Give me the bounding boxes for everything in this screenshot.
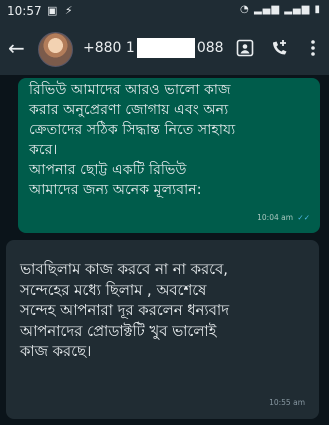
message-text: ভাবছিলাম কাজ করবে না না করবে, সন্দেহের ম…: [20, 261, 229, 360]
bolt-icon: ⚡: [64, 4, 75, 17]
status-bar: 10:57 ▣ ⚡ ◔ ▂▄▆ ▂▄▆ ▮: [0, 0, 329, 22]
message-text: রিভিউ আমাদের আরও ভালো কাজ করার অনুপ্রেরণ…: [29, 82, 236, 198]
chat-header: ← +880 1 088: [0, 22, 329, 75]
status-time: 10:57: [7, 4, 42, 18]
battery-icon: ▮: [314, 4, 321, 15]
more-vertical-icon[interactable]: [301, 36, 325, 60]
avatar[interactable]: [38, 32, 73, 67]
phone-prefix: +880 1: [83, 40, 135, 56]
header-actions: [223, 36, 325, 60]
arrow-left-icon[interactable]: ←: [8, 36, 25, 60]
wifi-icon: ◔: [240, 4, 250, 15]
message-time: 10:55 am: [269, 397, 305, 407]
message-meta: 10:55 am: [269, 393, 305, 414]
status-right-icons: ◔ ▂▄▆ ▂▄▆ ▮: [240, 4, 321, 15]
video-call-icon[interactable]: [233, 36, 257, 60]
incoming-message[interactable]: ভাবছিলাম কাজ করবে না না করবে, সন্দেহের ম…: [6, 240, 319, 419]
message-time: 10:04 am: [257, 213, 294, 222]
redacted-number: [136, 38, 195, 58]
message-meta: 10:04 am ✓✓: [257, 208, 310, 228]
message-list[interactable]: রিভিউ আমাদের আরও ভালো কাজ করার অনুপ্রেরণ…: [0, 75, 329, 425]
status-left-icons: ▣ ⚡: [47, 4, 75, 17]
signal-icon: ▂▄▆: [284, 4, 311, 15]
phone-suffix: 088: [196, 40, 224, 56]
signal-icon: ▂▄▆: [253, 4, 281, 15]
contact-name[interactable]: +880 1 088: [83, 38, 224, 58]
picture-icon: ▣: [47, 4, 60, 17]
outgoing-message[interactable]: রিভিউ আমাদের আরও ভালো কাজ করার অনুপ্রেরণ…: [18, 78, 320, 233]
double-check-icon: ✓✓: [297, 213, 310, 222]
add-call-icon[interactable]: [267, 36, 291, 60]
